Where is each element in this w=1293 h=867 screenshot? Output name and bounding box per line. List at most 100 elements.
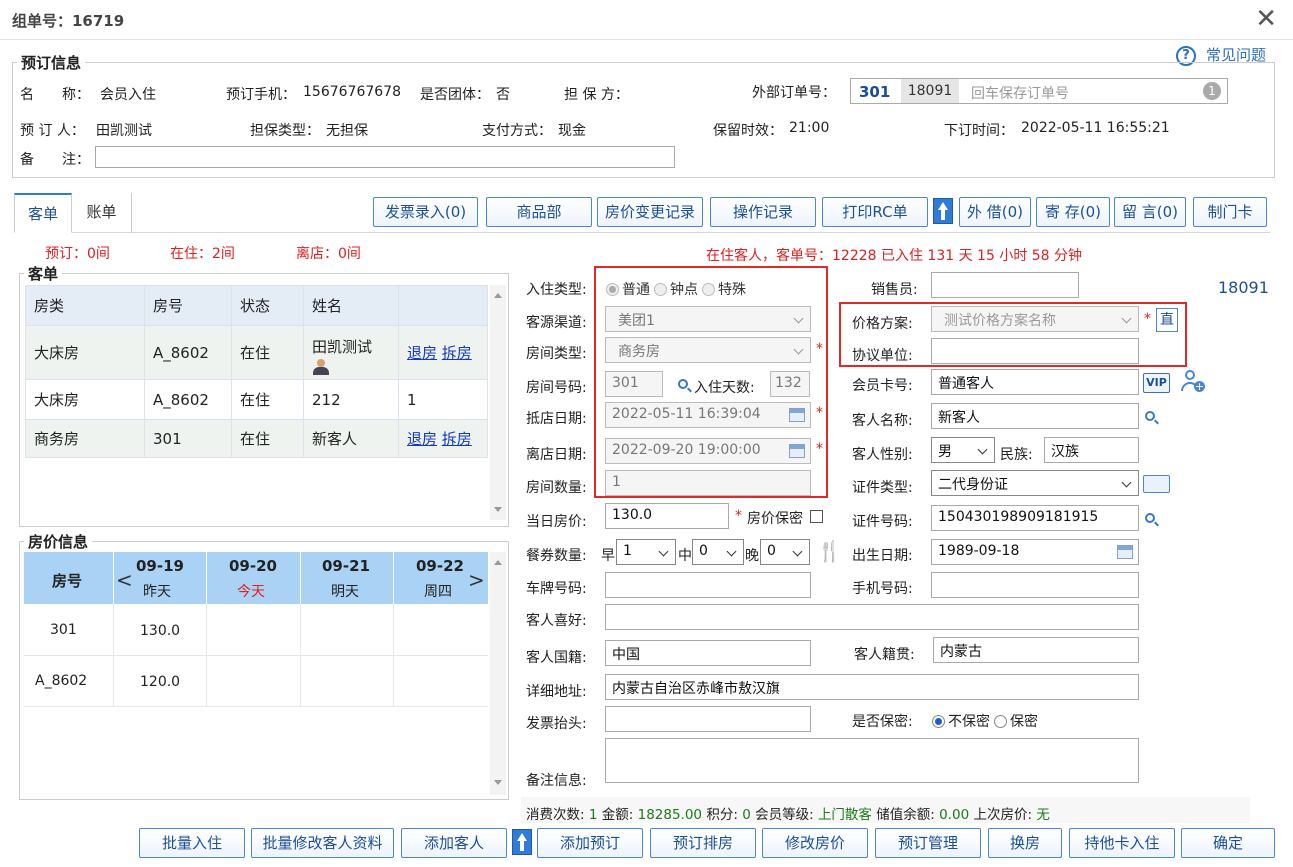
tab-divider [14,232,1270,233]
price-scrollbar[interactable] [490,552,506,795]
guest-name-label: 客人名称: [852,413,913,429]
sales-label: 销售员: [871,282,918,298]
edit-price-button[interactable]: 修改房价 [762,828,868,858]
member-input[interactable]: 普通客人 [931,369,1139,395]
search-icon[interactable] [1145,411,1155,421]
ext-order-badge: 1 [1203,82,1221,100]
ext-order-b: 18091 [901,79,959,103]
invoice-input[interactable] [605,706,811,732]
cell-room-no: 301 [144,419,232,458]
lunch-select[interactable]: 0 [692,539,744,565]
lend-button[interactable]: 外 借(0) [959,197,1031,227]
scroll-down-icon[interactable] [494,780,502,785]
batch-checkin-button[interactable]: 批量入住 [139,828,245,858]
ethnic-input[interactable]: 汉族 [1044,437,1139,463]
room-type-label: 房间类型: [526,346,587,362]
table-row[interactable]: 大床房 A_8602 在住 212 1 [25,379,488,420]
address-input[interactable]: 内蒙古自治区赤峰市敖汉旗 [605,674,1139,700]
booking-assign-button[interactable]: 预订排房 [650,828,756,858]
price-change-log-button[interactable]: 房价变更记录 [597,197,703,227]
prev-days-icon[interactable]: < [116,568,133,592]
highlight-box-price-plan [839,302,1187,367]
dinner-label: 晚 [745,548,759,564]
tab-bill[interactable]: 账单 [72,193,132,233]
collapse-up-icon[interactable] [512,829,532,855]
day-label: 周四 [424,584,452,600]
deposit-button[interactable]: 寄 存(0) [1036,197,1110,227]
cell-room-type: 大床房 [25,325,145,380]
nationality-input[interactable]: 中国 [605,640,811,666]
day-price-input[interactable]: 130.0 [605,503,729,529]
split-room-link[interactable]: 拆房 [442,430,472,448]
make-card-button[interactable]: 制门卡 [1193,197,1267,227]
day-date: 09-22 [416,557,464,575]
scroll-up-icon[interactable] [494,293,502,298]
checkout-link[interactable]: 退房 [407,430,437,448]
batch-edit-guest-button[interactable]: 批量修改客人资料 [251,828,394,858]
birth-input[interactable]: 1989-09-18 [931,539,1139,565]
booking-manage-button[interactable]: 预订管理 [875,828,981,858]
vip-icon[interactable]: VIP [1143,373,1170,393]
mobile-input[interactable] [931,572,1139,598]
goods-button[interactable]: 商品部 [486,197,592,227]
table-row[interactable]: 大床房 A_8602 在住 田凯测试 退房 拆房 [25,325,488,380]
origin-label: 客人籍贯: [854,647,915,663]
id-type-select[interactable]: 二代身份证 [931,470,1139,496]
price-row [24,604,488,707]
note-input[interactable] [95,146,675,168]
price-row-value[interactable]: 130.0 [140,623,180,639]
dinner-select[interactable]: 0 [760,539,810,565]
hobby-input[interactable] [605,604,1139,630]
table-row[interactable]: 商务房 301 在住 新客人 退房 拆房 [25,419,488,458]
note-label: 备 注： [20,152,90,168]
cell-room-no: A_8602 [144,325,232,380]
checkin-type-label: 入住类型: [526,282,587,298]
search-icon[interactable] [1145,513,1155,523]
pay-label: 支付方式： [482,123,552,139]
guest-list-scrollbar[interactable] [490,285,506,520]
origin-input[interactable]: 内蒙古 [933,637,1139,663]
id-no-label: 证件号码: [852,514,913,530]
confirm-button[interactable]: 确定 [1181,828,1275,858]
print-rc-button[interactable]: 打印RC单 [822,197,928,227]
add-guest-button[interactable]: 添加客人 [401,828,507,858]
split-room-link[interactable]: 拆房 [442,344,472,362]
price-row-value[interactable]: 120.0 [140,674,180,690]
breakfast-select[interactable]: 1 [616,539,676,565]
change-room-button[interactable]: 换房 [988,828,1062,858]
name-value: 会员入住 [100,87,156,103]
tab-guest[interactable]: 客单 [14,193,72,233]
add-user-icon[interactable]: + [1181,369,1205,393]
col-name: 姓名 [303,285,399,326]
price-secret-checkbox[interactable] [810,510,823,523]
plate-label: 车牌号码: [526,581,587,597]
message-button[interactable]: 留 言(0) [1114,197,1186,227]
other-card-checkin-button[interactable]: 持他卡入住 [1069,828,1175,858]
sales-input[interactable] [931,272,1079,298]
price-row-room: 301 [50,622,77,638]
operation-log-button[interactable]: 操作记录 [710,197,816,227]
remark-textarea[interactable] [605,738,1139,783]
cell-name: 212 [303,379,399,420]
guarantee-type-label: 担保类型： [250,123,320,139]
scroll-up-icon[interactable] [494,560,502,565]
gender-select[interactable]: 男 [931,437,995,463]
collapse-up-icon[interactable] [933,198,953,224]
close-icon[interactable]: ✕ [1255,4,1277,34]
radio-secret[interactable] [994,715,1007,728]
radio-not-secret[interactable] [932,715,945,728]
ext-order-field[interactable]: 301 18091 回车保存订单号 1 [850,78,1228,104]
checkout-link[interactable]: 退房 [407,344,437,362]
invoice-entry-button[interactable]: 发票录入(0) [373,197,478,227]
add-booking-button[interactable]: 添加预订 [537,828,643,858]
id-scan-icon[interactable] [1143,475,1170,493]
plate-input[interactable] [605,572,811,598]
scroll-down-icon[interactable] [494,507,502,512]
col-actions [398,285,488,326]
secret-radio-group[interactable]: 不保密 保密 [932,711,1038,731]
calendar-icon[interactable] [1117,545,1133,559]
next-days-icon[interactable]: > [468,568,485,592]
id-no-input[interactable]: 150430198909181915 [931,505,1139,531]
guest-name-input[interactable]: 新客人 [931,403,1139,429]
summary-line: 消费次数: 1 金额: 18285.00 积分: 0 会员等级: 上门散客 储值… [526,807,1050,823]
